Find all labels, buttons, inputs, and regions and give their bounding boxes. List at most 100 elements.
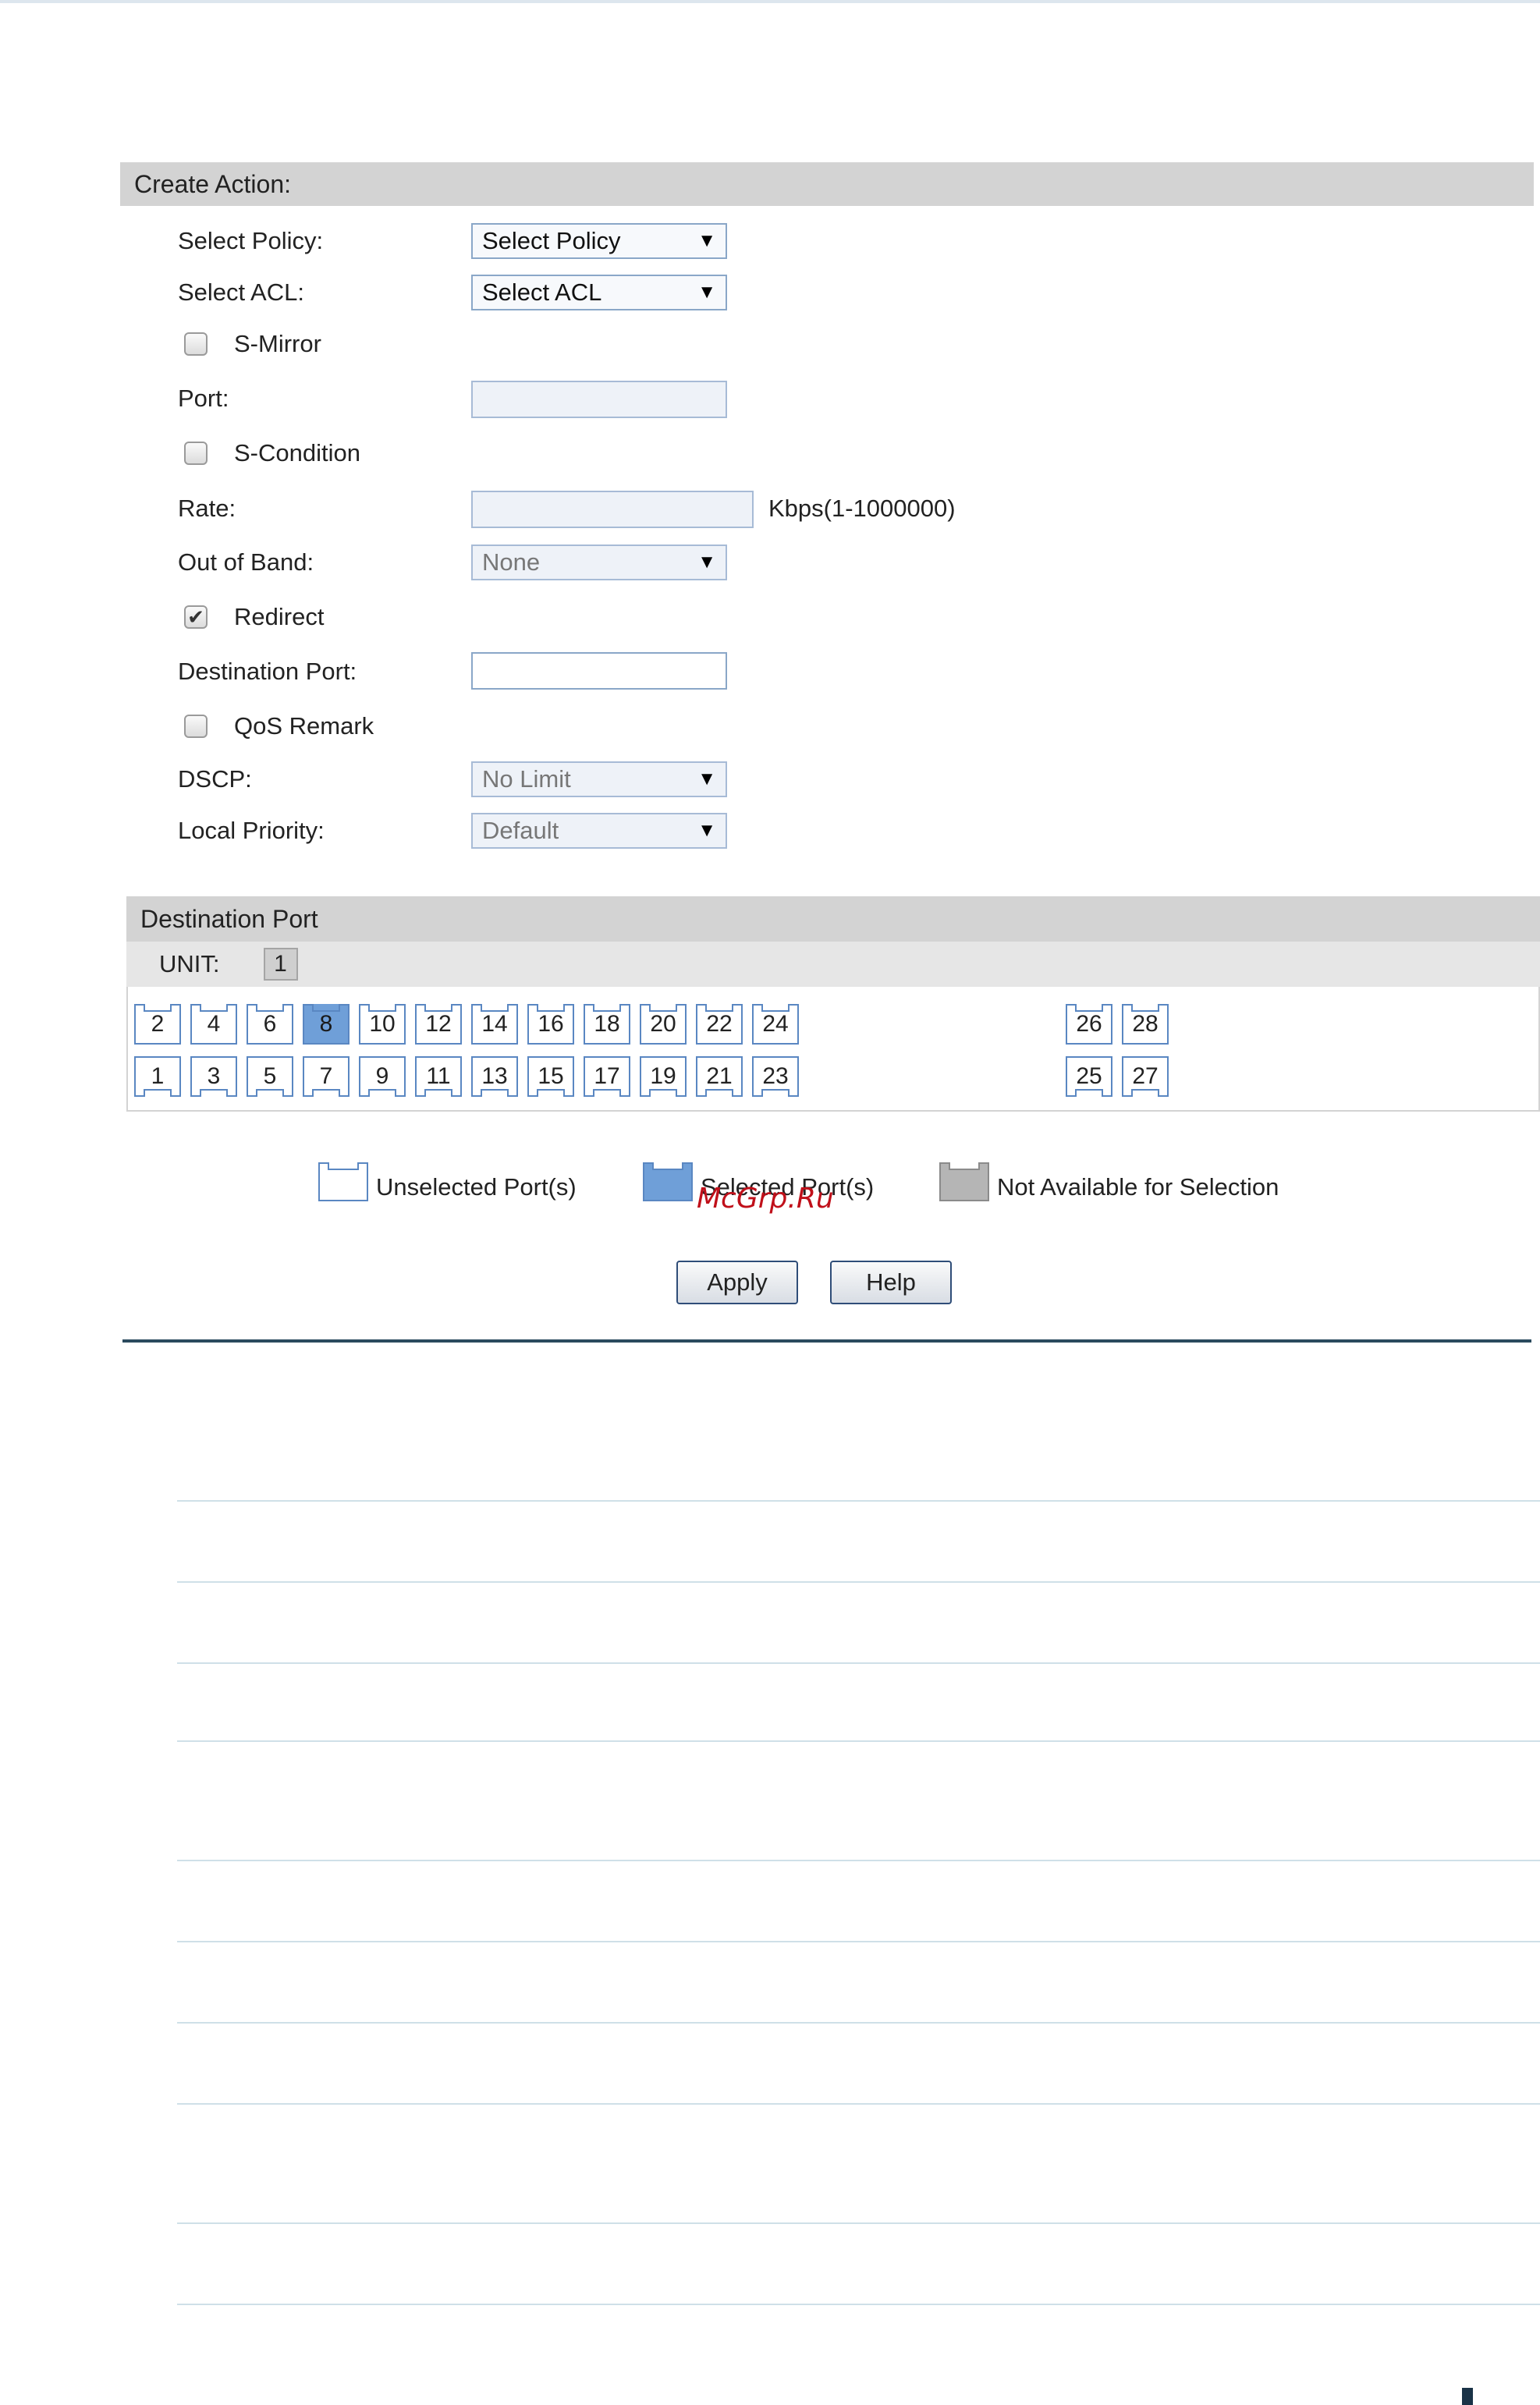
local-priority-dropdown[interactable]: Default ▼ bbox=[471, 813, 727, 849]
chevron-down-icon: ▼ bbox=[697, 230, 716, 251]
destination-port-header: Destination Port bbox=[126, 896, 1540, 942]
port-21-button[interactable]: 21 bbox=[696, 1056, 743, 1097]
unselected-port-icon bbox=[318, 1162, 368, 1201]
qos-remark-row: QoS Remark bbox=[184, 708, 374, 744]
legend-unselected: Unselected Port(s) bbox=[318, 1162, 577, 1201]
port-24-button[interactable]: 24 bbox=[752, 1004, 799, 1045]
port-input[interactable] bbox=[471, 381, 727, 418]
watermark: McGrp.Ru bbox=[697, 1183, 834, 1215]
port-17-button[interactable]: 17 bbox=[584, 1056, 630, 1097]
port-19-button[interactable]: 19 bbox=[640, 1056, 687, 1097]
even-port-row: 2 4 6 8 10 12 14 16 18 20 22 24 bbox=[134, 1004, 799, 1045]
select-policy-dropdown[interactable]: Select Policy ▼ bbox=[471, 223, 727, 259]
port-18-button[interactable]: 18 bbox=[584, 1004, 630, 1045]
port-10-button[interactable]: 10 bbox=[359, 1004, 406, 1045]
help-button[interactable]: Help bbox=[830, 1261, 952, 1304]
port-9-button[interactable]: 9 bbox=[359, 1056, 406, 1097]
right-odd-port-row: 25 27 bbox=[1066, 1056, 1169, 1097]
page-corner-mark bbox=[1462, 2388, 1473, 2405]
chevron-down-icon: ▼ bbox=[697, 768, 716, 789]
redirect-checkbox[interactable]: ✔ bbox=[184, 605, 208, 629]
table-row-line bbox=[177, 1860, 1540, 1861]
s-condition-checkbox[interactable] bbox=[184, 442, 208, 465]
apply-button[interactable]: Apply bbox=[676, 1261, 798, 1304]
qos-remark-label: QoS Remark bbox=[234, 712, 374, 740]
port-22-button[interactable]: 22 bbox=[696, 1004, 743, 1045]
port-12-button[interactable]: 12 bbox=[415, 1004, 462, 1045]
select-acl-dropdown[interactable]: Select ACL ▼ bbox=[471, 275, 727, 310]
out-of-band-value: None bbox=[482, 548, 541, 576]
s-condition-row: S-Condition bbox=[184, 435, 360, 471]
port-5-button[interactable]: 5 bbox=[247, 1056, 293, 1097]
dscp-value: No Limit bbox=[482, 765, 571, 793]
table-row-line bbox=[177, 1581, 1540, 1583]
port-23-button[interactable]: 23 bbox=[752, 1056, 799, 1097]
chevron-down-icon: ▼ bbox=[697, 820, 716, 841]
table-row-line bbox=[177, 1941, 1540, 1942]
port-6-button[interactable]: 6 bbox=[247, 1004, 293, 1045]
port-26-button[interactable]: 26 bbox=[1066, 1004, 1112, 1045]
dscp-dropdown[interactable]: No Limit ▼ bbox=[471, 761, 727, 797]
unit-selector[interactable]: 1 bbox=[263, 948, 298, 981]
local-priority-label: Local Priority: bbox=[178, 817, 325, 844]
table-row-line bbox=[177, 2222, 1540, 2224]
table-row-line bbox=[177, 2103, 1540, 2105]
port-11-button[interactable]: 11 bbox=[415, 1056, 462, 1097]
port-14-button[interactable]: 14 bbox=[471, 1004, 518, 1045]
s-mirror-checkbox[interactable] bbox=[184, 332, 208, 356]
redirect-row: ✔ Redirect bbox=[184, 599, 324, 635]
select-policy-label: Select Policy: bbox=[178, 227, 324, 254]
table-row-line bbox=[177, 1500, 1540, 1502]
port-label: Port: bbox=[178, 385, 229, 412]
s-mirror-label: S-Mirror bbox=[234, 330, 321, 357]
destination-port-label: Destination Port: bbox=[178, 658, 357, 685]
destination-port-title: Destination Port bbox=[140, 904, 318, 933]
create-action-title: Create Action: bbox=[134, 169, 291, 198]
port-3-button[interactable]: 3 bbox=[190, 1056, 237, 1097]
redirect-label: Redirect bbox=[234, 603, 325, 630]
destination-port-input[interactable] bbox=[471, 652, 727, 690]
port-28-button[interactable]: 28 bbox=[1122, 1004, 1169, 1045]
rate-input[interactable] bbox=[471, 491, 754, 528]
port-27-button[interactable]: 27 bbox=[1122, 1056, 1169, 1097]
selected-port-icon bbox=[643, 1162, 693, 1201]
unit-bar: UNIT: 1 bbox=[126, 942, 1540, 987]
top-rule bbox=[0, 0, 1540, 3]
odd-port-row: 1 3 5 7 9 11 13 15 17 19 21 23 bbox=[134, 1056, 799, 1097]
port-15-button[interactable]: 15 bbox=[527, 1056, 574, 1097]
legend-not-available-text: Not Available for Selection bbox=[997, 1173, 1279, 1201]
rate-unit: Kbps(1-1000000) bbox=[768, 495, 956, 522]
port-4-button[interactable]: 4 bbox=[190, 1004, 237, 1045]
port-20-button[interactable]: 20 bbox=[640, 1004, 687, 1045]
section-divider bbox=[122, 1339, 1531, 1343]
port-25-button[interactable]: 25 bbox=[1066, 1056, 1112, 1097]
table-row-line bbox=[177, 1740, 1540, 1742]
local-priority-value: Default bbox=[482, 817, 559, 844]
dscp-label: DSCP: bbox=[178, 765, 252, 793]
select-acl-value: Select ACL bbox=[482, 278, 602, 306]
port-8-button[interactable]: 8 bbox=[303, 1004, 350, 1045]
rate-label: Rate: bbox=[178, 495, 236, 522]
not-available-port-icon bbox=[939, 1162, 989, 1201]
chevron-down-icon: ▼ bbox=[697, 282, 716, 303]
chevron-down-icon: ▼ bbox=[697, 552, 716, 573]
select-policy-value: Select Policy bbox=[482, 227, 621, 254]
out-of-band-label: Out of Band: bbox=[178, 548, 314, 576]
s-mirror-row: S-Mirror bbox=[184, 326, 321, 362]
port-1-button[interactable]: 1 bbox=[134, 1056, 181, 1097]
table-row-line bbox=[177, 1662, 1540, 1664]
out-of-band-dropdown[interactable]: None ▼ bbox=[471, 544, 727, 580]
table-row-line bbox=[177, 2304, 1540, 2305]
port-13-button[interactable]: 13 bbox=[471, 1056, 518, 1097]
create-action-header: Create Action: bbox=[120, 162, 1534, 206]
legend-not-available: Not Available for Selection bbox=[939, 1162, 1279, 1201]
port-2-button[interactable]: 2 bbox=[134, 1004, 181, 1045]
select-acl-label: Select ACL: bbox=[178, 278, 304, 306]
legend-unselected-text: Unselected Port(s) bbox=[376, 1173, 577, 1201]
port-16-button[interactable]: 16 bbox=[527, 1004, 574, 1045]
qos-remark-checkbox[interactable] bbox=[184, 715, 208, 738]
table-row-line bbox=[177, 2022, 1540, 2024]
right-even-port-row: 26 28 bbox=[1066, 1004, 1169, 1045]
port-7-button[interactable]: 7 bbox=[303, 1056, 350, 1097]
s-condition-label: S-Condition bbox=[234, 439, 360, 466]
